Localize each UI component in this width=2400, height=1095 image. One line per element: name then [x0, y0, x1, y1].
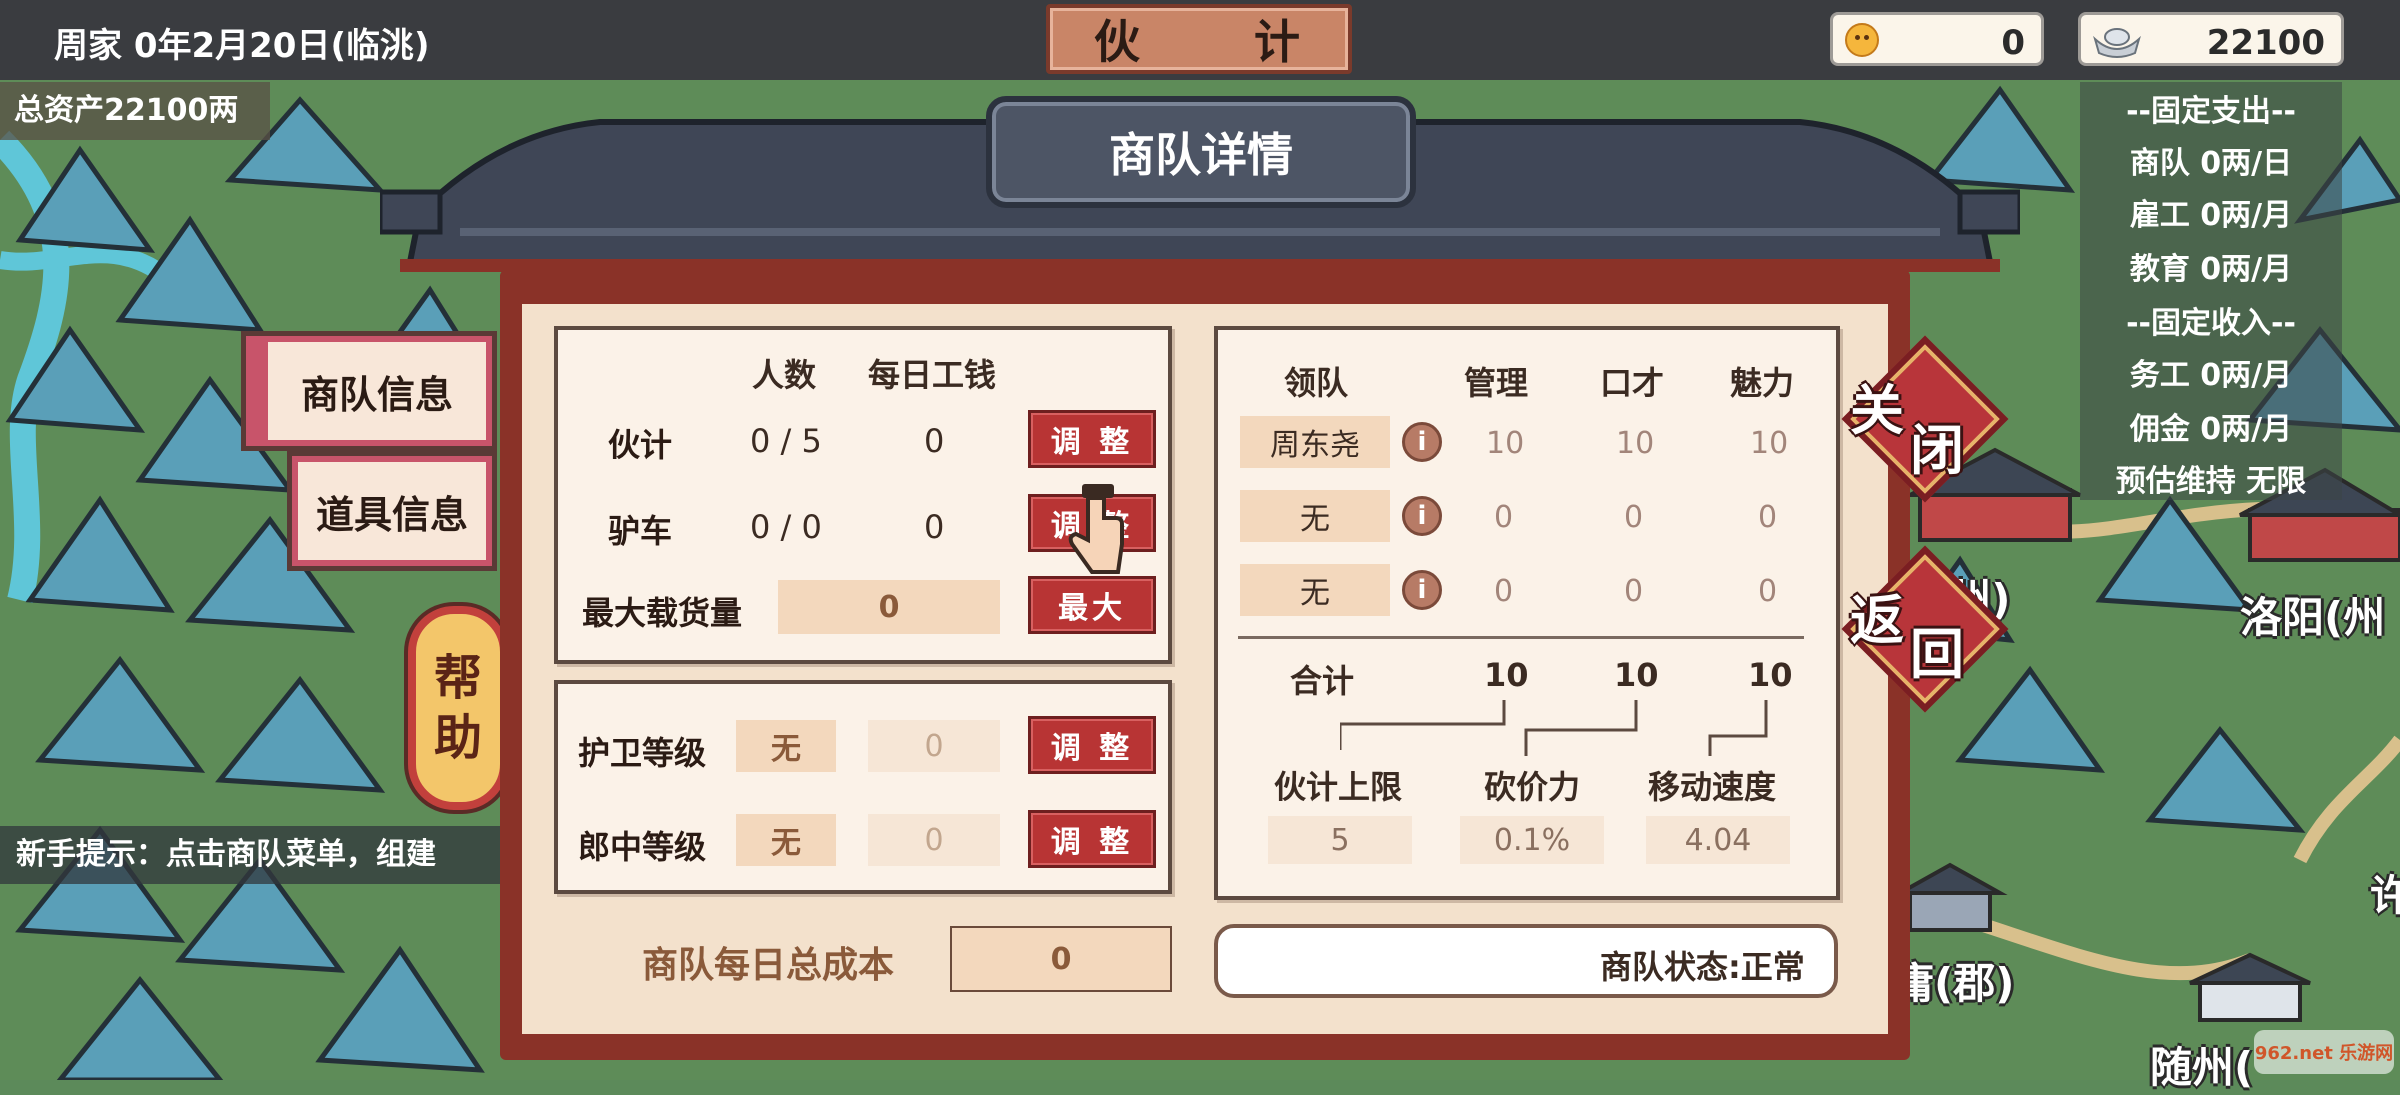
city-label[interactable]: 洛阳(州 [2240, 584, 2385, 645]
income-commission: 佣金 0两/月 [2129, 412, 2293, 447]
col-count-header: 人数 [752, 356, 817, 394]
stat-label: 伙计上限 [1274, 768, 1403, 806]
silver-value: 22100 [2206, 23, 2325, 63]
doctor-level-number: 0 [868, 814, 1000, 866]
leader-charm: 0 [1758, 500, 1778, 535]
back-char-2: 回 [1910, 623, 1964, 686]
stat-move-speed: 4.04 [1646, 816, 1790, 864]
leader-manage: 0 [1494, 574, 1514, 609]
staff-row-wage: 0 [924, 422, 945, 460]
leader-slot[interactable]: 周东尧 [1240, 416, 1390, 468]
col-manage-header: 管理 [1464, 364, 1529, 402]
tutorial-hint[interactable]: 新手提示：点击商队菜单，组建 [0, 826, 500, 884]
silver-counter: 22100 [2078, 12, 2344, 66]
col-leader-header: 领队 [1284, 364, 1349, 402]
coin-counter: 0 [1830, 12, 2044, 66]
col-speech-header: 口才 [1600, 364, 1665, 402]
help-char-2: 助 [433, 710, 482, 766]
expense-hired: 雇工 0两/月 [2129, 198, 2293, 233]
guard-level-value: 无 [736, 720, 836, 772]
daily-cost-label: 商队每日总成本 [642, 945, 895, 986]
total-speech: 10 [1614, 656, 1659, 694]
max-cargo-value: 0 [778, 580, 1000, 634]
info-icon[interactable]: i [1402, 496, 1442, 536]
total-label: 合计 [1290, 662, 1355, 700]
leader-charm: 10 [1750, 426, 1789, 461]
expense-caravan: 商队 0两/日 [2129, 146, 2293, 181]
total-manage: 10 [1484, 656, 1529, 694]
stat-label: 砍价力 [1484, 768, 1581, 806]
leader-charm: 0 [1758, 574, 1778, 609]
leader-manage: 10 [1486, 426, 1525, 461]
income-work: 务工 0两/月 [2129, 358, 2293, 393]
total-charm: 10 [1748, 656, 1793, 694]
leader-slot[interactable]: 无 [1240, 490, 1390, 542]
expense-header: --固定支出-- [2126, 94, 2296, 129]
leader-speech: 10 [1616, 426, 1655, 461]
max-cargo-label: 最大载货量 [582, 594, 743, 632]
staff-row-label: 驴车 [608, 512, 673, 550]
pointer-hand-icon [1068, 484, 1124, 574]
staff-row-count: 0 / 5 [750, 422, 822, 460]
screen-title: 伙 计 [1046, 4, 1352, 74]
col-wage-header: 每日工钱 [868, 356, 997, 394]
silver-ingot-icon [2093, 28, 2141, 58]
tab-item-info[interactable]: 道具信息 [292, 456, 492, 566]
help-char-1: 帮 [433, 650, 482, 706]
connector-lines [1340, 700, 1768, 756]
leader-manage: 0 [1494, 500, 1514, 535]
adjust-doctor-button[interactable]: 调 整 [1028, 810, 1156, 868]
total-assets: 总资产22100两 [0, 82, 270, 140]
stat-staff-cap: 5 [1268, 816, 1412, 864]
city-label[interactable]: 庸(郡) [1892, 950, 2014, 1011]
coin-face-icon [1845, 23, 1879, 57]
leader-slot[interactable]: 无 [1240, 564, 1390, 616]
adjust-staff-button[interactable]: 调 整 [1028, 410, 1156, 468]
staff-row-count: 0 / 0 [750, 508, 822, 546]
leader-speech: 0 [1624, 500, 1644, 535]
max-cargo-button[interactable]: 最大 [1028, 576, 1156, 634]
daily-cost-value: 0 [950, 926, 1172, 992]
info-icon[interactable]: i [1402, 570, 1442, 610]
close-char-2: 闭 [1910, 419, 1964, 482]
stat-label: 移动速度 [1648, 768, 1777, 806]
tab-caravan-info[interactable]: 商队信息 [246, 336, 492, 446]
date-location: 周家 0年2月20日(临洮) [54, 26, 430, 66]
staff-row-label: 伙计 [608, 426, 673, 464]
col-charm-header: 魅力 [1730, 364, 1795, 402]
city-label[interactable]: 随州( [2150, 1034, 2253, 1095]
close-char-1: 关 [1850, 379, 1904, 442]
panel-title: 商队详情 [986, 96, 1416, 208]
income-estimate: 预估维持 无限 [2115, 464, 2307, 499]
back-char-1: 返 [1850, 589, 1904, 652]
city-label[interactable]: 许 [2370, 862, 2400, 923]
income-header: --固定收入-- [2126, 306, 2296, 341]
guard-level-number: 0 [868, 720, 1000, 772]
staff-row-wage: 0 [924, 508, 945, 546]
watermark: 962.net 乐游网 [2254, 1030, 2394, 1074]
stat-bargain: 0.1% [1460, 816, 1604, 864]
expense-education: 教育 0两/月 [2129, 252, 2293, 287]
adjust-guard-button[interactable]: 调 整 [1028, 716, 1156, 774]
coin-value: 0 [2001, 23, 2025, 63]
help-button[interactable]: 帮 助 [408, 606, 508, 810]
leader-speech: 0 [1624, 574, 1644, 609]
info-icon[interactable]: i [1402, 422, 1442, 462]
caravan-status: 商队状态:正常 [1600, 948, 1805, 986]
divider [1238, 636, 1804, 639]
doctor-level-label: 郎中等级 [578, 828, 707, 866]
doctor-level-value: 无 [736, 814, 836, 866]
guard-level-label: 护卫等级 [578, 734, 707, 772]
